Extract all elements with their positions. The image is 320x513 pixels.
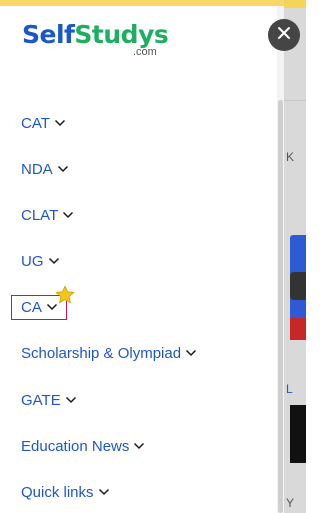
background-top-bar xyxy=(282,0,306,8)
logo-domain-suffix: .com xyxy=(133,46,157,58)
menu-item-scholarship-olympiad[interactable]: Scholarship & Olympiad xyxy=(21,341,197,365)
chevron-down-icon xyxy=(62,211,74,219)
menu-item-clat[interactable]: CLAT xyxy=(21,203,74,227)
chevron-down-icon xyxy=(48,257,60,265)
background-text: L xyxy=(286,382,293,396)
menu-item-label: Quick links xyxy=(21,483,94,501)
menu-item-label: CAT xyxy=(21,114,50,132)
menu-item-education-news[interactable]: Education News xyxy=(21,434,145,458)
background-text: Y xyxy=(286,496,295,510)
drawer-accent-bar xyxy=(0,0,284,6)
menu-item-label: NDA xyxy=(21,160,53,178)
background-arrow-button xyxy=(290,272,306,300)
chevron-down-icon xyxy=(57,165,69,173)
selfstudys-logo[interactable]: SelfStudys .com xyxy=(22,20,169,62)
scrollbar-thumb[interactable] xyxy=(278,100,283,513)
chevron-down-icon xyxy=(65,396,77,404)
menu-item-nda[interactable]: NDA xyxy=(21,157,69,181)
background-text: K xyxy=(286,150,295,164)
logo-studys-text: Studys xyxy=(74,20,169,49)
background-badge xyxy=(290,318,306,340)
chevron-down-icon xyxy=(54,119,66,127)
chevron-down-icon xyxy=(185,349,197,357)
menu-item-cat[interactable]: CAT xyxy=(21,111,66,135)
menu-item-ug[interactable]: UG xyxy=(21,249,60,273)
menu-item-quick-links[interactable]: Quick links xyxy=(21,480,110,504)
menu-item-label: UG xyxy=(21,252,44,270)
logo-self-text: Self xyxy=(22,20,75,49)
side-drawer: SelfStudys .com CAT NDA CLAT UG CA Schol… xyxy=(0,0,284,513)
menu-item-label: Education News xyxy=(21,437,130,455)
background-block xyxy=(290,405,306,463)
chevron-down-icon xyxy=(133,442,145,450)
close-drawer-button[interactable] xyxy=(268,19,300,51)
chevron-down-icon xyxy=(98,488,110,496)
background-page: K L Y xyxy=(282,0,306,513)
menu-item-label: Scholarship & Olympiad xyxy=(21,344,182,362)
menu-item-gate[interactable]: GATE xyxy=(21,388,77,412)
menu-item-label: CLAT xyxy=(21,206,59,224)
menu-item-label: GATE xyxy=(21,391,61,409)
star-icon xyxy=(54,284,76,306)
close-icon xyxy=(277,26,291,45)
background-divider xyxy=(282,100,306,101)
